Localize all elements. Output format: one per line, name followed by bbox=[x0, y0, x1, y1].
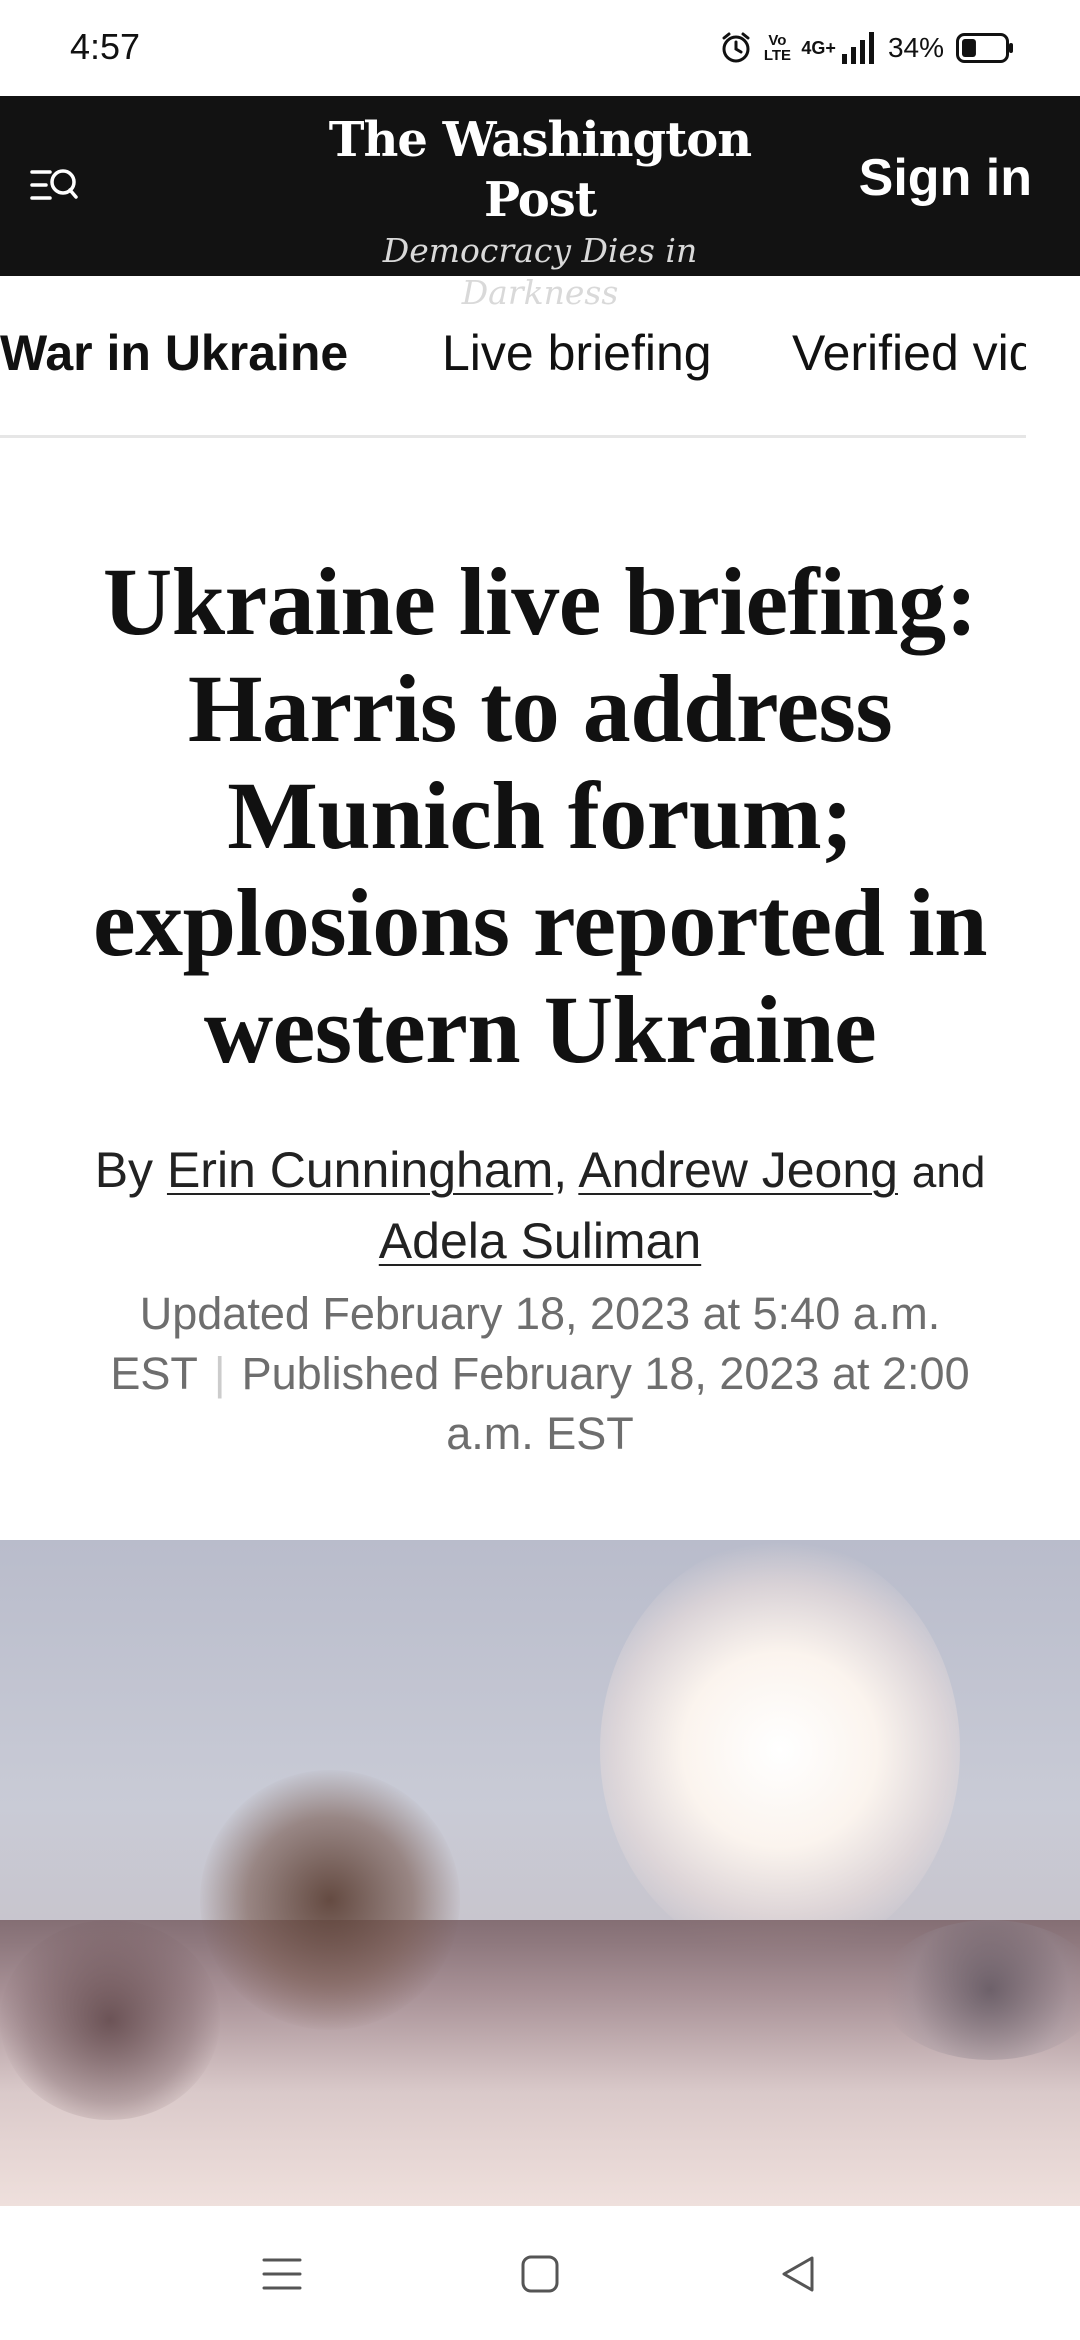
volte-icon: Vo LTE bbox=[763, 33, 792, 64]
signal-icon bbox=[841, 32, 876, 64]
site-header: The Washington Post Democracy Dies in Da… bbox=[0, 96, 1080, 312]
byline-and: and bbox=[911, 1148, 986, 1197]
status-time: 4:57 bbox=[70, 26, 141, 67]
hero-image[interactable] bbox=[0, 1540, 1080, 2206]
hero-glow bbox=[600, 1540, 960, 1960]
section-nav: War in Ukraine Live briefing Verified vi… bbox=[0, 276, 1026, 438]
byline-by: By bbox=[94, 1142, 154, 1198]
article-dates: Updated February 18, 2023 at 5:40 a.m. E… bbox=[70, 1284, 1010, 1464]
system-navigation-bar bbox=[0, 2206, 1080, 2340]
menu-search-icon[interactable] bbox=[30, 164, 80, 208]
nav-item-verified-video[interactable]: Verified video bbox=[792, 324, 1026, 382]
published-date: Published February 18, 2023 at 2:00 a.m.… bbox=[241, 1348, 970, 1459]
hero-shape-left bbox=[0, 1920, 220, 2120]
home-icon[interactable] bbox=[510, 2244, 570, 2304]
author-link[interactable]: Erin Cunningham bbox=[167, 1142, 553, 1198]
battery-percent: 34% bbox=[887, 32, 944, 63]
hero-figure bbox=[200, 1770, 460, 2030]
volte-bottom-label: LTE bbox=[763, 47, 792, 64]
alarm-icon bbox=[719, 31, 753, 65]
status-bar: 4:57 Vo LTE 4G+ 34% bbox=[0, 0, 1080, 96]
nav-item-live-briefing[interactable]: Live briefing bbox=[442, 324, 712, 382]
date-separator: | bbox=[213, 1348, 226, 1399]
author-link[interactable]: Andrew Jeong bbox=[578, 1142, 898, 1198]
byline: By Erin Cunningham, Andrew Jeong and Ade… bbox=[60, 1136, 1020, 1275]
battery-icon bbox=[956, 33, 1014, 63]
sign-in-button[interactable]: Sign in bbox=[859, 148, 1032, 208]
status-icons: Vo LTE 4G+ 34% bbox=[719, 28, 1014, 68]
nav-item-war-in-ukraine[interactable]: War in Ukraine bbox=[0, 324, 348, 382]
network-type-label: 4G+ bbox=[801, 37, 836, 58]
masthead-title: The Washington Post bbox=[328, 112, 752, 228]
byline-comma: , bbox=[553, 1142, 568, 1198]
author-link[interactable]: Adela Suliman bbox=[379, 1213, 701, 1269]
article-headline: Ukraine live briefing: Harris to address… bbox=[93, 548, 987, 1083]
back-icon[interactable] bbox=[768, 2244, 828, 2304]
recent-apps-icon[interactable] bbox=[252, 2244, 312, 2304]
